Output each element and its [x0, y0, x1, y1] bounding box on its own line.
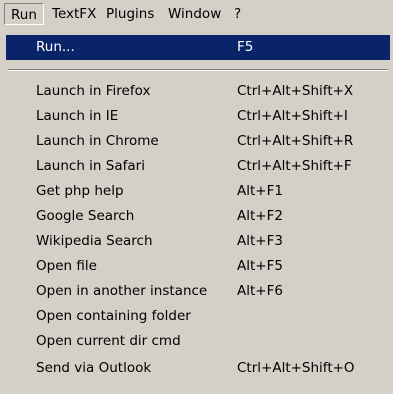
menu-item-label: Get php help — [36, 183, 124, 199]
menu-item-shortcut: F5 — [237, 39, 254, 55]
menu-item-label: Launch in IE — [36, 108, 119, 124]
menu-item-shortcut: Ctrl+Alt+Shift+R — [237, 133, 354, 149]
menu-item-label: Send via Outlook — [36, 360, 152, 376]
menu-item-label: Open file — [36, 258, 97, 274]
menu-item-label: Run... — [36, 39, 75, 55]
menu-item-google-search[interactable]: Google Search Alt+F2 — [6, 204, 390, 229]
menu-textfx[interactable]: TextFX — [46, 3, 102, 25]
menu-item-label: Launch in Chrome — [36, 133, 159, 149]
menu-item-label: Launch in Safari — [36, 158, 145, 174]
menu-item-wikipedia-search[interactable]: Wikipedia Search Alt+F3 — [6, 229, 390, 254]
menu-item-label: Open current dir cmd — [36, 333, 181, 349]
menu-item-open-current-dir-cmd[interactable]: Open current dir cmd — [6, 329, 390, 354]
menu-item-open-another-instance[interactable]: Open in another instance Alt+F6 — [6, 279, 390, 304]
menu-item-shortcut: Alt+F5 — [237, 258, 283, 274]
menu-item-launch-firefox[interactable]: Launch in Firefox Ctrl+Alt+Shift+X — [6, 79, 390, 104]
menu-item-shortcut: Alt+F6 — [237, 283, 283, 299]
menu-item-label: Open containing folder — [36, 308, 191, 324]
menu-item-shortcut: Alt+F2 — [237, 208, 283, 224]
menu-item-shortcut: Ctrl+Alt+Shift+X — [237, 83, 354, 99]
menu-item-launch-safari[interactable]: Launch in Safari Ctrl+Alt+Shift+F — [6, 154, 390, 179]
menu-item-label: Google Search — [36, 208, 135, 224]
menu-item-launch-chrome[interactable]: Launch in Chrome Ctrl+Alt+Shift+R — [6, 129, 390, 154]
run-dropdown-menu: Run... F5 Launch in Firefox Ctrl+Alt+Shi… — [0, 29, 393, 394]
menu-window[interactable]: Window — [162, 3, 227, 25]
menu-item-shortcut: Ctrl+Alt+Shift+I — [237, 108, 348, 124]
menu-item-label: Wikipedia Search — [36, 233, 153, 249]
menu-item-shortcut: Alt+F1 — [237, 183, 283, 199]
menu-item-shortcut: Alt+F3 — [237, 233, 283, 249]
menu-item-label: Launch in Firefox — [36, 83, 151, 99]
menu-item-run[interactable]: Run... F5 — [6, 35, 390, 60]
menu-item-open-containing-folder[interactable]: Open containing folder — [6, 304, 390, 329]
menu-bar: Run TextFX Plugins Window ? — [0, 0, 393, 30]
menu-item-launch-ie[interactable]: Launch in IE Ctrl+Alt+Shift+I — [6, 104, 390, 129]
menu-item-php-help[interactable]: Get php help Alt+F1 — [6, 179, 390, 204]
menu-separator — [8, 69, 388, 71]
menu-item-label: Open in another instance — [36, 283, 208, 299]
menu-item-open-file[interactable]: Open file Alt+F5 — [6, 254, 390, 279]
menu-help[interactable]: ? — [228, 3, 247, 25]
menu-run[interactable]: Run — [4, 3, 44, 25]
menu-item-shortcut: Ctrl+Alt+Shift+O — [237, 360, 355, 376]
menu-item-send-via-outlook[interactable]: Send via Outlook Ctrl+Alt+Shift+O — [6, 356, 390, 381]
menu-plugins[interactable]: Plugins — [100, 3, 160, 25]
menu-item-shortcut: Ctrl+Alt+Shift+F — [237, 158, 352, 174]
